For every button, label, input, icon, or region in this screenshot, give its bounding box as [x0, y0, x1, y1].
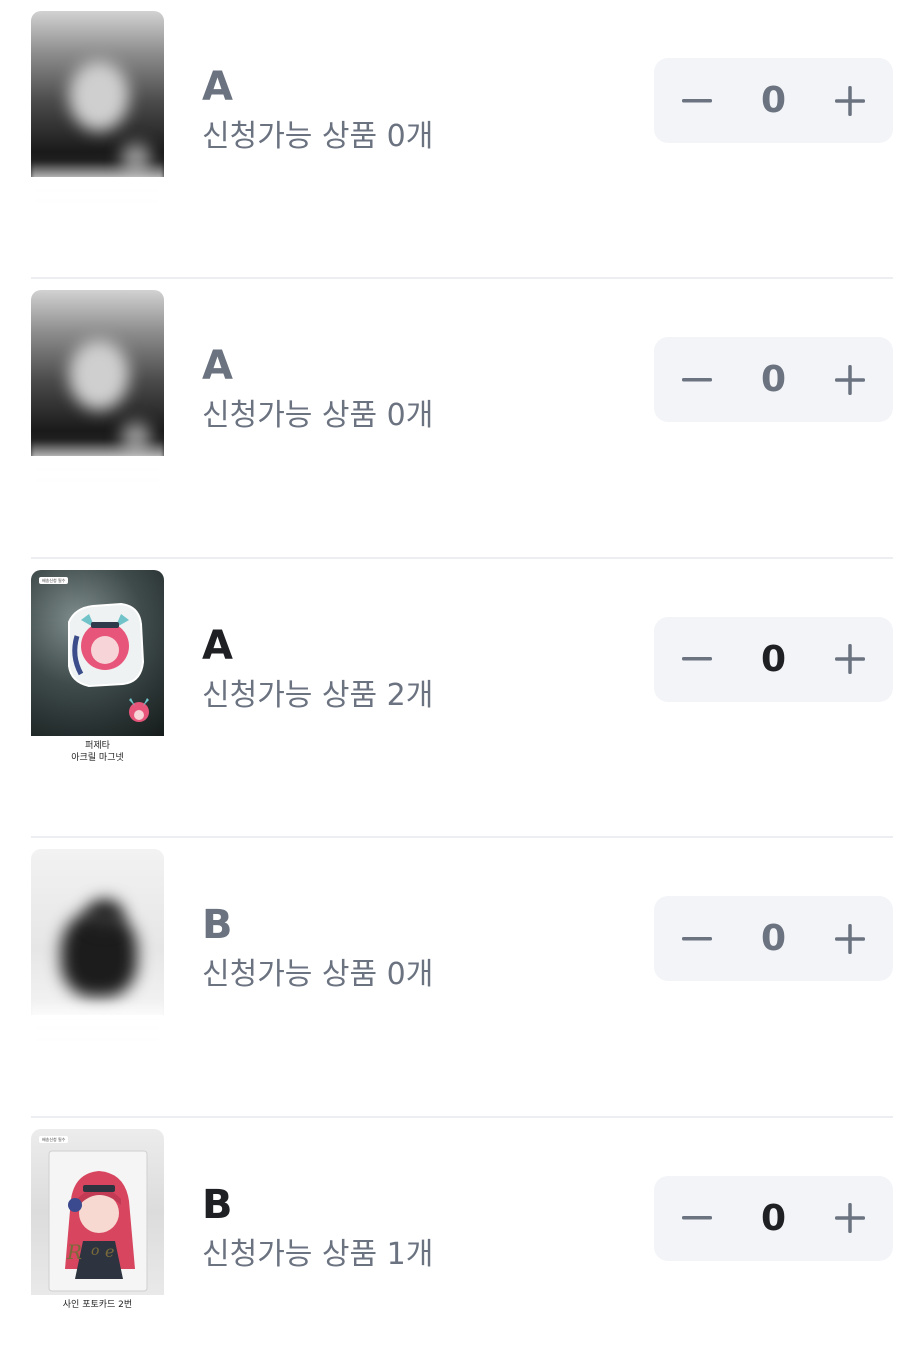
item-info: A 신청가능 상품 0개: [202, 63, 433, 155]
svg-text:o: o: [91, 1243, 99, 1259]
product-thumbnail: [31, 11, 164, 211]
increment-button[interactable]: [810, 337, 890, 422]
quantity-stepper: 0: [654, 337, 893, 423]
product-caption: 퍼제타 아크릴 마그넷: [71, 740, 124, 763]
quantity-stepper: 0: [654, 896, 893, 982]
available-count: 신청가능 상품 2개: [202, 677, 434, 713]
product-thumbnail: [31, 290, 164, 491]
item-grade: A: [202, 64, 233, 110]
item-grade: A: [202, 343, 233, 390]
available-count: 신청가능 상품 0개: [202, 398, 434, 434]
minus-icon: [682, 936, 712, 941]
decrement-button[interactable]: [657, 58, 737, 143]
quantity-value: 0: [760, 918, 787, 960]
decrement-button[interactable]: [657, 896, 737, 981]
quantity-value: 0: [760, 1197, 787, 1239]
plus-icon: [835, 644, 865, 675]
blurred-image: [31, 290, 164, 457]
item-info: B 신청가능 상품 1개: [202, 1181, 433, 1273]
product-thumbnail: 배송신청 필수 퍼제타 아크릴 마그넷: [31, 569, 164, 770]
photocard-image: R o e: [48, 1150, 148, 1292]
available-count: 신청가능 상품 0개: [202, 957, 434, 993]
product-list: A 신청가능 상품 0개 0 A 신청가능 상품 0개 0 배송신청 필수 퍼제…: [0, 0, 900, 1370]
decrement-button[interactable]: [657, 337, 737, 422]
minus-icon: [682, 1216, 712, 1220]
product-photo: 배송신청 필수: [31, 569, 164, 736]
quantity-stepper: 0: [654, 58, 893, 143]
product-thumbnail: 배송신청 필수 R o e 사인 포토카드 2번: [31, 1128, 164, 1329]
quantity-stepper: 0: [654, 616, 893, 702]
item-grade: B: [202, 902, 233, 949]
minus-icon: [682, 98, 712, 102]
plus-icon: [835, 923, 865, 954]
svg-text:e: e: [105, 1242, 114, 1261]
list-item: A 신청가능 상품 0개 0: [31, 0, 893, 280]
item-info: A 신청가능 상품 2개: [202, 622, 433, 714]
svg-text:R: R: [66, 1240, 82, 1264]
increment-button[interactable]: [810, 1176, 890, 1261]
acrylic-magnet-image: [68, 602, 149, 722]
available-count: 신청가능 상품 0개: [202, 119, 434, 154]
list-item: 배송신청 필수 퍼제타 아크릴 마그넷 A 신청가능 상품 2개 0: [31, 559, 893, 839]
item-info: A 신청가능 상품 0개: [202, 342, 433, 434]
quantity-value: 0: [760, 359, 787, 401]
quantity-stepper: 0: [654, 1175, 893, 1261]
blurred-image: [31, 849, 164, 1016]
item-info: B 신청가능 상품 0개: [202, 901, 433, 993]
quantity-value: 0: [760, 80, 787, 121]
product-photo: 배송신청 필수 R o e: [31, 1128, 164, 1295]
plus-icon: [835, 85, 865, 116]
decrement-button[interactable]: [657, 1176, 737, 1261]
minus-icon: [682, 377, 712, 382]
item-grade: A: [202, 622, 233, 669]
item-grade: B: [202, 1181, 233, 1228]
decrement-button[interactable]: [657, 617, 737, 702]
product-caption: 사인 포토카드 2번: [62, 1299, 133, 1310]
plus-icon: [835, 364, 865, 395]
list-item: B 신청가능 상품 0개 0: [31, 838, 893, 1118]
plus-icon: [835, 1203, 865, 1234]
list-item: 배송신청 필수 R o e 사인 포토카드 2번 B 신청가능 상품 1개 0: [31, 1118, 893, 1370]
list-item: A 신청가능 상품 0개 0: [31, 279, 893, 559]
product-thumbnail: [31, 849, 164, 1050]
increment-button[interactable]: [810, 896, 890, 981]
minus-icon: [682, 657, 712, 661]
blurred-image: [31, 11, 164, 177]
increment-button[interactable]: [810, 617, 890, 702]
quantity-value: 0: [760, 638, 787, 680]
increment-button[interactable]: [810, 58, 890, 143]
available-count: 신청가능 상품 1개: [202, 1236, 434, 1272]
